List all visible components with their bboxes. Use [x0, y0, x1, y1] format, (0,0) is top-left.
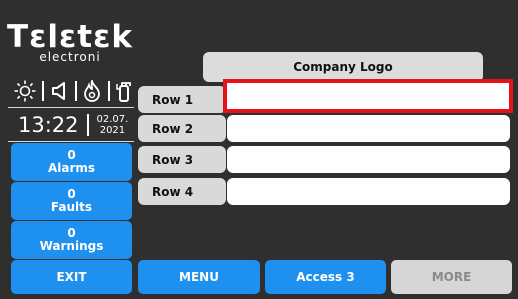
speaker-icon	[51, 81, 69, 101]
row-1-field[interactable]	[223, 79, 513, 113]
clock-time: 13:22	[18, 113, 79, 137]
row-2-label[interactable]: Row 2	[138, 115, 226, 142]
icon-separator	[74, 81, 77, 101]
clock-date-year: 2021	[99, 125, 126, 136]
brand-logo: Tεlεtεk electroni	[6, 19, 134, 64]
row-4-label[interactable]: Row 4	[138, 178, 226, 205]
more-button[interactable]: MORE	[391, 260, 512, 294]
divider	[8, 107, 134, 108]
menu-button[interactable]: MENU	[138, 260, 260, 294]
clock-date: 02.07. 2021	[97, 114, 129, 136]
warnings-button[interactable]: 0 Warnings	[11, 221, 132, 259]
clock-date-day: 02.07.	[96, 114, 129, 125]
alarms-label: Alarms	[47, 161, 96, 175]
divider	[8, 141, 134, 142]
warnings-label: Warnings	[39, 239, 104, 253]
row-4-field[interactable]	[227, 178, 510, 205]
extinguisher-icon	[116, 80, 132, 102]
exit-button[interactable]: EXIT	[11, 260, 132, 294]
row-3-field[interactable]	[227, 146, 510, 173]
sun-icon	[14, 80, 36, 102]
fire-icon	[83, 80, 101, 102]
clock-separator	[86, 114, 89, 136]
status-icons	[14, 79, 132, 103]
faults-label: Faults	[50, 200, 93, 214]
row-2-field[interactable]	[227, 115, 510, 142]
company-logo-button[interactable]: Company Logo	[203, 52, 483, 82]
icon-separator	[42, 81, 45, 101]
alarms-button[interactable]: 0 Alarms	[11, 143, 132, 181]
brand-name: Tεlεtεk	[7, 19, 133, 55]
access-level-button[interactable]: Access 3	[265, 260, 386, 294]
faults-button[interactable]: 0 Faults	[11, 182, 132, 220]
clock: 13:22 02.07. 2021	[18, 110, 128, 140]
row-3-label[interactable]: Row 3	[138, 146, 226, 173]
row-1-label[interactable]: Row 1	[138, 86, 226, 113]
icon-separator	[107, 81, 110, 101]
